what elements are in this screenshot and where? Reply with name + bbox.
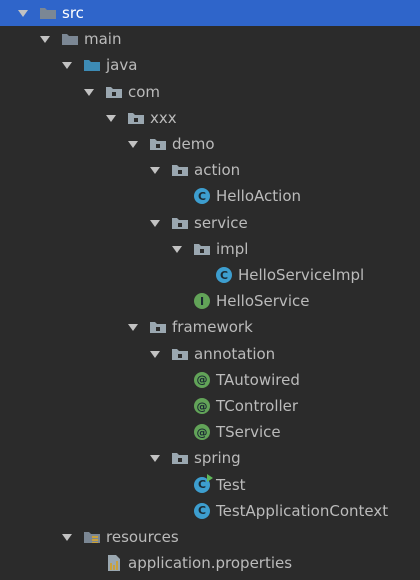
expand-arrow-icon[interactable] bbox=[61, 531, 73, 543]
class-icon: C bbox=[215, 266, 233, 284]
resources-folder-icon bbox=[83, 528, 101, 546]
tree-node-test[interactable]: C Test bbox=[0, 472, 420, 498]
tree-node-tautowired[interactable]: @ TAutowired bbox=[0, 367, 420, 393]
class-icon-glyph: C bbox=[216, 267, 232, 283]
package-icon bbox=[149, 318, 167, 336]
tree-node-action[interactable]: action bbox=[0, 157, 420, 183]
tree-node-label: HelloServiceImpl bbox=[238, 266, 365, 284]
tree-node-label: TController bbox=[216, 397, 299, 415]
tree-node-label: TService bbox=[216, 423, 281, 442]
annotation-icon-glyph: @ bbox=[194, 398, 210, 414]
tree-node-label: demo bbox=[172, 135, 215, 153]
runnable-class-icon: C bbox=[193, 473, 213, 494]
expand-arrow-icon[interactable] bbox=[127, 321, 139, 333]
tree-node-label: HelloAction bbox=[216, 187, 301, 206]
expand-arrow-icon[interactable] bbox=[149, 348, 161, 360]
tree-node-label: resources bbox=[106, 528, 179, 546]
tree-node-service[interactable]: service bbox=[0, 210, 420, 236]
annotation-icon: @ bbox=[193, 423, 211, 441]
class-icon-glyph: C bbox=[194, 502, 210, 519]
tree-node-java[interactable]: java bbox=[0, 52, 420, 78]
runnable-class-icon-glyph: C bbox=[194, 473, 213, 493]
expand-arrow-icon[interactable] bbox=[105, 112, 117, 124]
interface-icon: I bbox=[193, 292, 211, 310]
package-icon bbox=[171, 214, 189, 232]
tree-node-label: main bbox=[84, 30, 122, 49]
tree-node-src[interactable]: src bbox=[0, 0, 420, 26]
package-icon bbox=[127, 109, 145, 127]
tree-node-label: application.properties bbox=[128, 554, 293, 573]
tree-node-tservice[interactable]: @ TService bbox=[0, 419, 420, 445]
source-folder-icon bbox=[83, 56, 101, 74]
tree-node-helloservice[interactable]: I HelloService bbox=[0, 288, 420, 314]
project-tree: src main java com xxx demo action C HelloAction s… bbox=[0, 0, 420, 580]
tree-node-label: java bbox=[106, 56, 138, 75]
package-icon bbox=[105, 83, 123, 101]
tree-node-label: Test bbox=[216, 475, 246, 494]
class-icon: C bbox=[193, 502, 211, 520]
tree-node-framework[interactable]: framework bbox=[0, 314, 420, 340]
folder-icon bbox=[61, 30, 79, 48]
properties-file-icon bbox=[105, 554, 123, 572]
expand-arrow-icon[interactable] bbox=[83, 86, 95, 98]
tree-node-label: annotation bbox=[194, 344, 276, 363]
package-icon bbox=[193, 240, 211, 258]
tree-node-xxx[interactable]: xxx bbox=[0, 105, 420, 131]
tree-node-main[interactable]: main bbox=[0, 26, 420, 52]
tree-node-label: TestApplicationContext bbox=[216, 501, 389, 520]
tree-node-label: HelloService bbox=[216, 292, 310, 311]
tree-node-com[interactable]: com bbox=[0, 79, 420, 105]
tree-node-helloaction[interactable]: C HelloAction bbox=[0, 183, 420, 209]
tree-node-tcontroller[interactable]: @ TController bbox=[0, 393, 420, 419]
package-icon bbox=[149, 135, 167, 153]
folder-icon bbox=[39, 4, 57, 22]
expand-arrow-icon[interactable] bbox=[127, 138, 139, 150]
tree-node-testapplicationcontext[interactable]: C TestApplicationContext bbox=[0, 498, 420, 524]
class-icon: C bbox=[193, 187, 211, 205]
tree-node-application-properties[interactable]: application.properties bbox=[0, 550, 420, 576]
run-marker-icon bbox=[207, 473, 213, 482]
tree-node-label: service bbox=[194, 213, 248, 232]
expand-arrow-icon[interactable] bbox=[61, 59, 73, 71]
expand-arrow-icon[interactable] bbox=[149, 452, 161, 464]
tree-node-label: TAutowired bbox=[216, 370, 300, 389]
annotation-icon-glyph: @ bbox=[194, 371, 210, 388]
expand-arrow-icon[interactable] bbox=[171, 243, 183, 255]
annotation-icon: @ bbox=[193, 371, 211, 389]
tree-node-demo[interactable]: demo bbox=[0, 131, 420, 157]
expand-arrow-icon[interactable] bbox=[149, 164, 161, 176]
annotation-icon: @ bbox=[193, 397, 211, 415]
annotation-icon-glyph: @ bbox=[194, 424, 210, 441]
tree-node-label: framework bbox=[172, 318, 253, 337]
tree-node-spring[interactable]: spring bbox=[0, 445, 420, 471]
tree-node-helloserviceimpl[interactable]: C HelloServiceImpl bbox=[0, 262, 420, 288]
tree-node-label: src bbox=[62, 4, 84, 22]
tree-node-annotation[interactable]: annotation bbox=[0, 341, 420, 367]
interface-icon-glyph: I bbox=[194, 293, 210, 310]
tree-node-label: xxx bbox=[150, 108, 177, 127]
tree-node-resources[interactable]: resources bbox=[0, 524, 420, 550]
tree-node-label: spring bbox=[194, 449, 241, 468]
package-icon bbox=[171, 449, 189, 467]
tree-node-impl[interactable]: impl bbox=[0, 236, 420, 262]
class-icon-glyph: C bbox=[194, 188, 210, 205]
expand-arrow-icon[interactable] bbox=[39, 33, 51, 45]
expand-arrow-icon[interactable] bbox=[17, 7, 29, 19]
package-icon bbox=[171, 161, 189, 179]
expand-arrow-icon[interactable] bbox=[149, 217, 161, 229]
tree-node-label: com bbox=[128, 82, 161, 101]
tree-node-label: impl bbox=[216, 239, 249, 258]
package-icon bbox=[171, 345, 189, 363]
tree-node-label: action bbox=[194, 161, 241, 180]
